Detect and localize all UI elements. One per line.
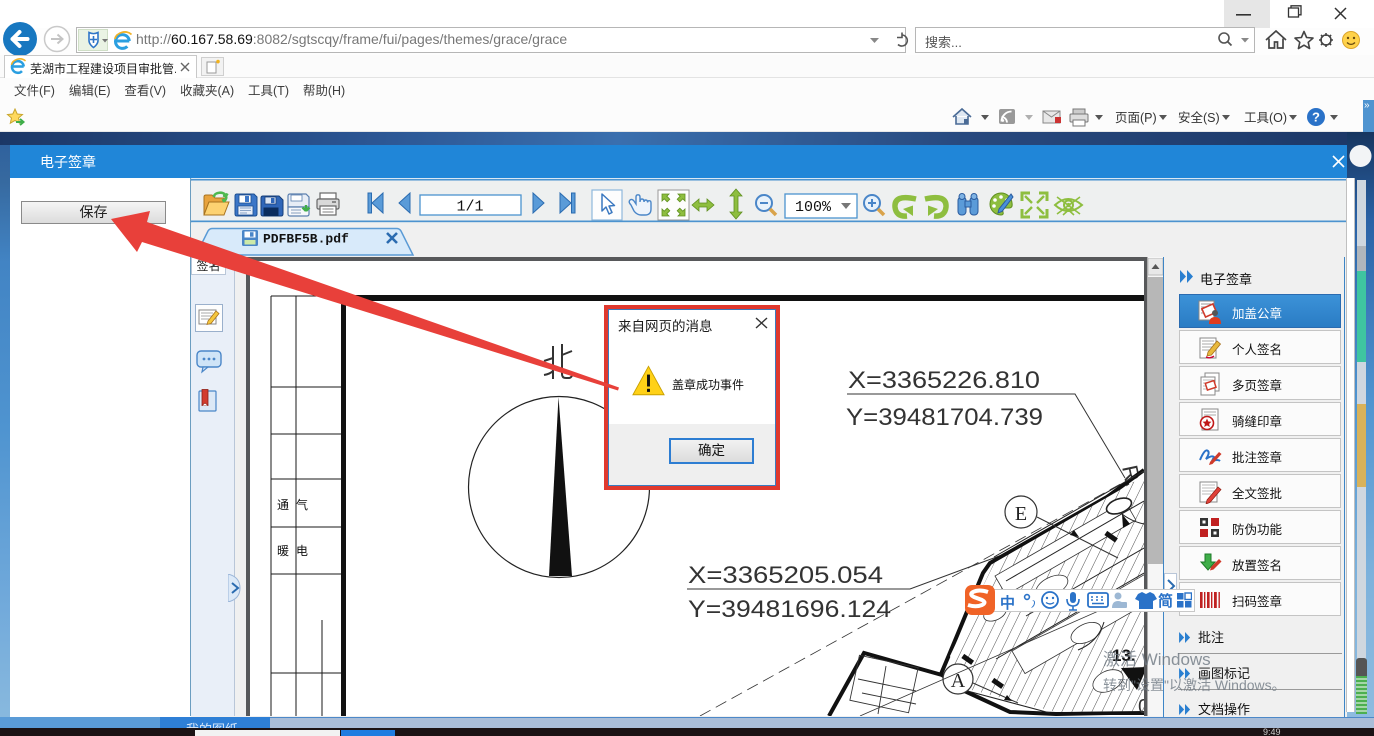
svg-text:Y=39481696.124: Y=39481696.124 <box>688 596 891 623</box>
svg-text:0: 0 <box>1138 696 1144 716</box>
svg-text:电: 电 <box>296 544 308 558</box>
svg-text:气: 气 <box>296 497 308 512</box>
svg-text:Y=39481704.739: Y=39481704.739 <box>846 404 1043 431</box>
svg-text:A: A <box>951 670 966 692</box>
svg-text:安全(S): 安全(S) <box>1178 110 1220 125</box>
svg-text:简: 简 <box>1158 592 1173 610</box>
svg-text:100%: 100% <box>795 199 832 216</box>
svg-text:PDFBF5B.pdf: PDFBF5B.pdf <box>263 232 349 247</box>
svg-text:?: ? <box>1312 110 1320 125</box>
svg-text:E: E <box>1015 503 1027 525</box>
svg-text:工具(O): 工具(O) <box>1244 111 1287 125</box>
svg-text:暖: 暖 <box>277 544 289 558</box>
svg-text:页面(P): 页面(P) <box>1115 111 1157 125</box>
svg-text:X=3365226.810: X=3365226.810 <box>848 367 1040 394</box>
svg-text:X=3365205.054: X=3365205.054 <box>688 562 883 589</box>
svg-text:通: 通 <box>277 498 289 512</box>
svg-text:1/1: 1/1 <box>456 199 483 216</box>
